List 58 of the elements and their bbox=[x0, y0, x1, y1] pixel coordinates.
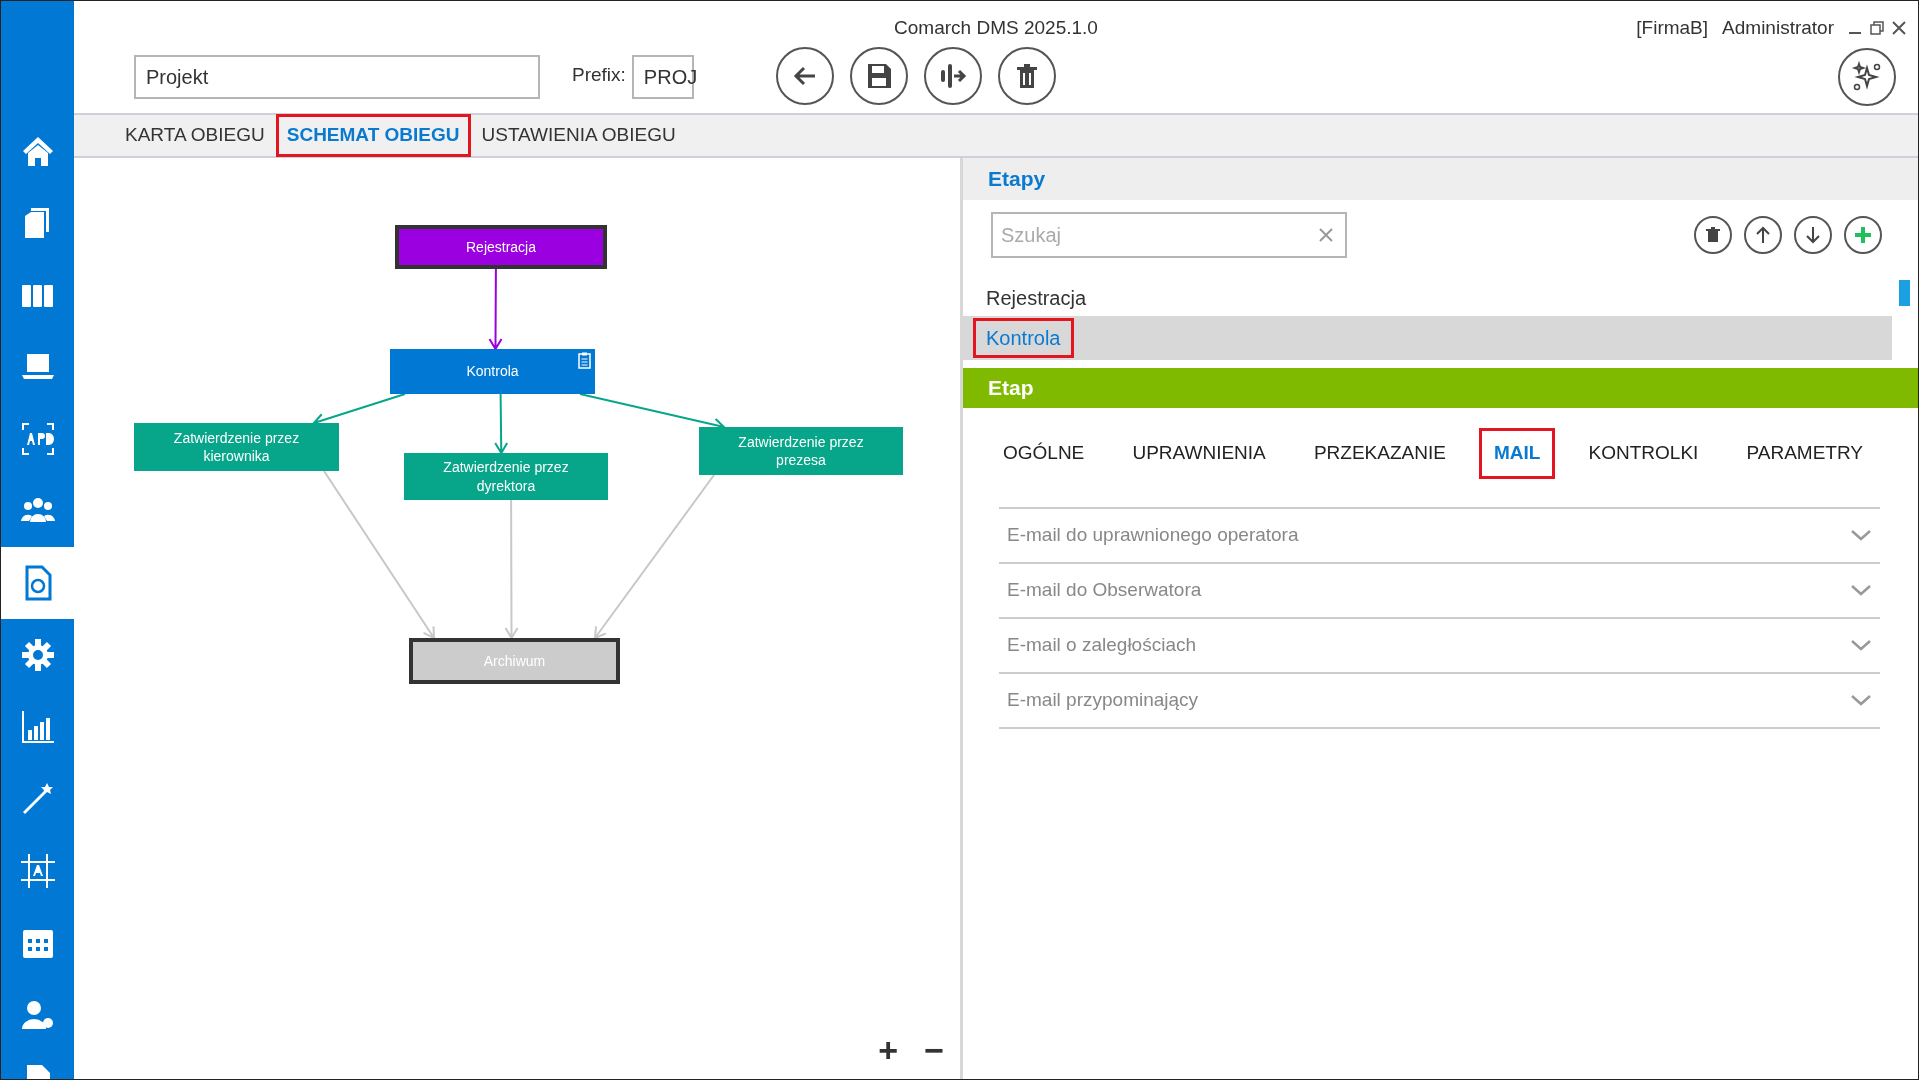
back-button[interactable] bbox=[775, 47, 834, 105]
transfer-button[interactable] bbox=[923, 47, 982, 105]
tab[interactable]: UPRAWNIENIA bbox=[1117, 428, 1281, 479]
name-field[interactable]: Projekt bbox=[134, 55, 540, 99]
user-label: Administrator bbox=[1722, 16, 1834, 40]
move-up-button[interactable] bbox=[1744, 216, 1782, 254]
stage-list-item[interactable]: Kontrola bbox=[963, 316, 1892, 360]
node-label: Zatwierdzenie przez prezesa bbox=[737, 432, 865, 470]
chevron-icon bbox=[1850, 584, 1872, 596]
flow-node[interactable]: Zatwierdzenie przez dyrektora bbox=[404, 453, 608, 500]
flow-node[interactable]: Zatwierdzenie przez kierownika bbox=[134, 423, 339, 471]
section-header: Etapy bbox=[963, 158, 1918, 200]
tab[interactable]: KONTROLKI bbox=[1573, 428, 1714, 479]
tab[interactable]: OGÓLNE bbox=[988, 428, 1100, 479]
save-button[interactable] bbox=[849, 47, 908, 105]
template-icon bbox=[18, 852, 57, 890]
add-stage-button[interactable] bbox=[1844, 216, 1882, 254]
company-label: [FirmaB] bbox=[1636, 16, 1709, 40]
chevron-icon bbox=[1850, 529, 1872, 541]
tab[interactable]: MAIL bbox=[1479, 428, 1556, 479]
zoom-in-button[interactable]: + bbox=[874, 1033, 902, 1067]
stage-list-item[interactable]: Rejestracja bbox=[963, 280, 1892, 316]
section-label: E-mail o zaległościach bbox=[1007, 632, 1197, 657]
node-label: Zatwierdzenie przez dyrektora bbox=[442, 458, 570, 495]
stage-name: Rejestracja bbox=[985, 286, 1088, 311]
section-label: E-mail do Obserwatora bbox=[1007, 577, 1202, 602]
move-down-button[interactable] bbox=[1794, 216, 1832, 254]
tab[interactable]: KARTA OBIEGU bbox=[114, 114, 276, 157]
chevron-icon bbox=[1850, 639, 1872, 651]
section-header: Etap bbox=[963, 368, 1918, 408]
window-title: Comarch DMS 2025.1.0 bbox=[894, 16, 1098, 40]
tab[interactable]: PRZEKAZANIE bbox=[1298, 428, 1461, 479]
tab[interactable]: USTAWIENIA OBIEGU bbox=[470, 114, 687, 157]
flow-node[interactable]: Rejestracja bbox=[395, 225, 607, 269]
prefix-field[interactable]: PROJ bbox=[631, 55, 694, 99]
delete-button[interactable] bbox=[997, 47, 1056, 105]
flow-node[interactable]: Kontrola bbox=[390, 349, 595, 394]
node-label: Kontrola bbox=[466, 362, 519, 381]
sidebar-item[interactable] bbox=[1, 547, 74, 619]
tab[interactable]: PARAMETRY bbox=[1731, 428, 1878, 479]
assistant-button[interactable] bbox=[1838, 48, 1896, 106]
node-label: Rejestracja bbox=[466, 237, 536, 257]
zoom-out-button[interactable]: − bbox=[920, 1033, 948, 1067]
stage-name: Kontrola bbox=[973, 318, 1074, 358]
prefix-label: Prefix: bbox=[572, 62, 626, 87]
section-label: E-mail przypominający bbox=[1007, 687, 1199, 712]
node-label: Zatwierdzenie przez kierownika bbox=[172, 428, 301, 466]
delete-stage-button[interactable] bbox=[1694, 216, 1732, 254]
section-label: E-mail do uprawnionego operatora bbox=[1007, 522, 1299, 547]
restore-icon[interactable] bbox=[1870, 21, 1884, 36]
tab[interactable]: SCHEMAT OBIEGU bbox=[275, 114, 471, 157]
scrollbar-thumb[interactable] bbox=[1899, 280, 1910, 306]
plus-icon bbox=[1852, 224, 1874, 246]
search-field[interactable]: Szukaj bbox=[991, 212, 1347, 258]
clear-icon[interactable] bbox=[1319, 228, 1333, 242]
close-icon[interactable] bbox=[1892, 21, 1906, 36]
chevron-icon bbox=[1850, 694, 1872, 706]
flow-node[interactable]: Zatwierdzenie przez prezesa bbox=[699, 427, 903, 475]
